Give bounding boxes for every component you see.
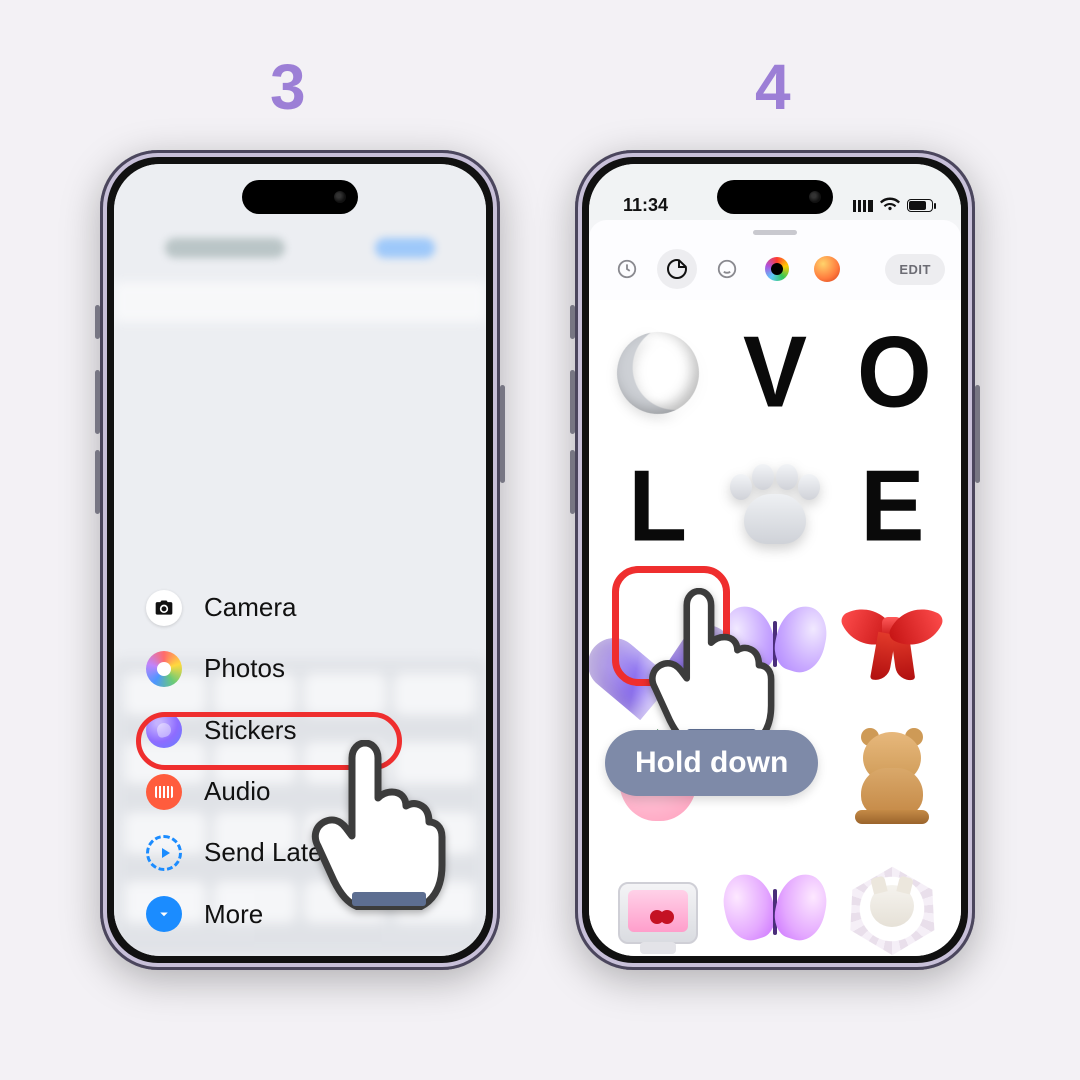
tab-memoji[interactable] xyxy=(707,249,747,289)
letter-v-sticker[interactable]: V xyxy=(718,308,831,438)
sticker-drawer-header: EDIT xyxy=(589,220,961,301)
letter-o-sticker[interactable]: O xyxy=(836,308,949,438)
paw-sticker[interactable] xyxy=(718,442,831,572)
retro-tv-sticker[interactable] xyxy=(601,844,714,956)
action-send-later[interactable]: Send Later xyxy=(140,825,400,880)
battery-icon xyxy=(907,199,933,212)
bear-sticker[interactable] xyxy=(836,710,949,840)
photos-icon xyxy=(146,651,182,687)
pink-butterfly-sticker[interactable] xyxy=(718,844,831,956)
drag-handle[interactable] xyxy=(753,230,797,235)
moon-sticker[interactable] xyxy=(601,308,714,438)
camera-icon xyxy=(146,590,182,626)
tab-app-sticker[interactable] xyxy=(807,249,847,289)
action-camera-label: Camera xyxy=(204,592,296,623)
sticker-grid[interactable]: V O L E xyxy=(589,300,961,956)
cellular-icon xyxy=(853,200,873,212)
action-stickers-label: Stickers xyxy=(204,715,296,746)
hint-hold-down: Hold down xyxy=(605,730,818,796)
action-camera[interactable]: Camera xyxy=(140,580,400,635)
edit-button[interactable]: EDIT xyxy=(885,254,945,285)
bow-sticker[interactable] xyxy=(836,576,949,706)
action-more-label: More xyxy=(204,899,263,930)
action-more[interactable]: More xyxy=(140,887,400,942)
phone-mockup-step3: Camera Photos Stickers Audio Send Later xyxy=(100,150,500,970)
stickers-icon xyxy=(146,712,182,748)
cat-heart-sticker[interactable] xyxy=(836,844,949,956)
action-audio-label: Audio xyxy=(204,776,271,807)
butterfly-sticker[interactable] xyxy=(718,576,831,706)
audio-icon xyxy=(146,774,182,810)
plus-actions-sheet: Camera Photos Stickers Audio Send Later xyxy=(128,574,408,942)
action-audio[interactable]: Audio xyxy=(140,764,400,819)
letter-e-sticker[interactable]: E xyxy=(836,442,949,572)
more-icon xyxy=(146,896,182,932)
action-send-later-label: Send Later xyxy=(204,837,331,868)
phone-mockup-step4: 11:34 xyxy=(575,150,975,970)
wifi-icon xyxy=(880,195,900,216)
step-number-3: 3 xyxy=(270,50,306,124)
send-later-icon xyxy=(146,835,182,871)
action-photos-label: Photos xyxy=(204,653,285,684)
tab-live-sticker[interactable] xyxy=(757,249,797,289)
heart-sticker[interactable] xyxy=(601,576,714,706)
status-time: 11:34 xyxy=(623,195,668,216)
step-number-4: 4 xyxy=(755,50,791,124)
action-stickers[interactable]: Stickers xyxy=(140,703,400,758)
action-photos[interactable]: Photos xyxy=(140,641,400,696)
tab-recents[interactable] xyxy=(607,249,647,289)
dynamic-island xyxy=(717,180,833,214)
letter-l-sticker[interactable]: L xyxy=(601,442,714,572)
tab-sticker-pack[interactable] xyxy=(657,249,697,289)
dynamic-island xyxy=(242,180,358,214)
